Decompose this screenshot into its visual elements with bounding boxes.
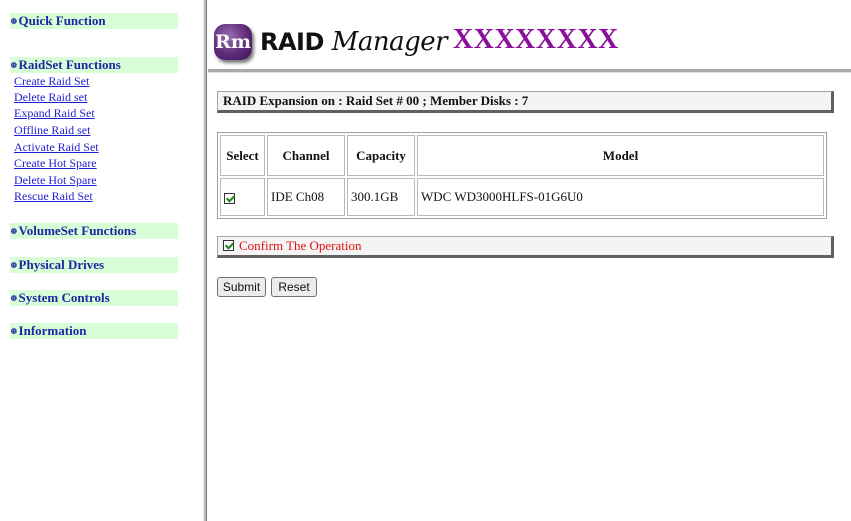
sidebar-item-rescue-raid-set[interactable]: Rescue Raid Set [14, 189, 93, 203]
header-divider [208, 69, 851, 73]
column-header-channel: Channel [267, 135, 345, 176]
sidebar-section-volumeset-functions[interactable]: ⊕VolumeSet Functions [10, 223, 178, 239]
table-header-row: Select Channel Capacity Model [220, 135, 824, 176]
expand-bullet-icon: ⊕ [10, 226, 18, 236]
sidebar-section-label: Information [18, 323, 87, 338]
channel-cell: IDE Ch08 [267, 178, 345, 216]
expand-bullet-icon: ⊕ [10, 293, 18, 303]
sidebar-section-information[interactable]: ⊕Information [10, 323, 178, 339]
expand-bullet-icon: ⊕ [10, 326, 18, 336]
sidebar-section-system-controls[interactable]: ⊕System Controls [10, 290, 178, 306]
member-disk-table: Select Channel Capacity Model IDE Ch08 3… [217, 132, 827, 219]
page-title: RAID Expansion on : Raid Set # 00 ; Memb… [217, 91, 834, 113]
app-name: RAID Manager [260, 27, 448, 57]
sidebar-item-delete-raid-set[interactable]: Delete Raid set [14, 90, 87, 104]
header-banner: Rm RAID Manager XXXXXXXX [208, 15, 851, 65]
sidebar-section-label: Quick Function [18, 13, 106, 28]
confirm-operation-checkbox[interactable] [223, 240, 234, 251]
confirm-operation-bar: Confirm The Operation [217, 236, 834, 258]
column-header-model: Model [417, 135, 824, 176]
disk-select-checkbox[interactable] [224, 192, 235, 204]
model-cell: WDC WD3000HLFS-01G6U0 [417, 178, 824, 216]
app-name-script: Manager [331, 27, 448, 57]
raid-manager-logo-icon: Rm [214, 24, 252, 60]
sidebar-item-delete-hot-spare[interactable]: Delete Hot Spare [14, 173, 97, 187]
expand-bullet-icon: ⊕ [10, 16, 18, 26]
sidebar-section-quick-function[interactable]: ⊕Quick Function [10, 13, 178, 29]
sidebar-item-expand-raid-set[interactable]: Expand Raid Set [14, 106, 95, 120]
capacity-cell: 300.1GB [347, 178, 415, 216]
column-header-select: Select [220, 135, 265, 176]
sidebar-section-raidset-functions[interactable]: ⊕RaidSet Functions [10, 57, 178, 73]
sidebar-item-offline-raid-set[interactable]: Offline Raid set [14, 123, 90, 137]
frame-divider[interactable] [203, 0, 207, 521]
sidebar-item-activate-raid-set[interactable]: Activate Raid Set [14, 140, 99, 154]
sidebar-section-label: VolumeSet Functions [18, 223, 137, 238]
sidebar-section-physical-drives[interactable]: ⊕Physical Drives [10, 257, 178, 273]
app-name-bold: RAID [260, 28, 324, 56]
confirm-operation-label[interactable]: Confirm The Operation [239, 238, 362, 253]
expand-bullet-icon: ⊕ [10, 260, 18, 270]
expand-bullet-icon: ⊕ [10, 60, 18, 70]
sidebar-section-label: RaidSet Functions [18, 57, 121, 72]
table-row: IDE Ch08 300.1GB WDC WD3000HLFS-01G6U0 [220, 178, 824, 216]
sidebar-section-label: Physical Drives [18, 257, 105, 272]
sidebar: ⊕Quick Function ⊕RaidSet Functions Creat… [0, 0, 203, 521]
column-header-capacity: Capacity [347, 135, 415, 176]
select-cell [220, 178, 265, 216]
sidebar-item-create-hot-spare[interactable]: Create Hot Spare [14, 156, 97, 170]
submit-button[interactable]: Submit [217, 277, 266, 297]
sidebar-item-create-raid-set[interactable]: Create Raid Set [14, 74, 89, 88]
sidebar-section-label: System Controls [18, 290, 110, 305]
reset-button[interactable]: Reset [271, 277, 317, 297]
model-name: XXXXXXXX [453, 24, 619, 55]
